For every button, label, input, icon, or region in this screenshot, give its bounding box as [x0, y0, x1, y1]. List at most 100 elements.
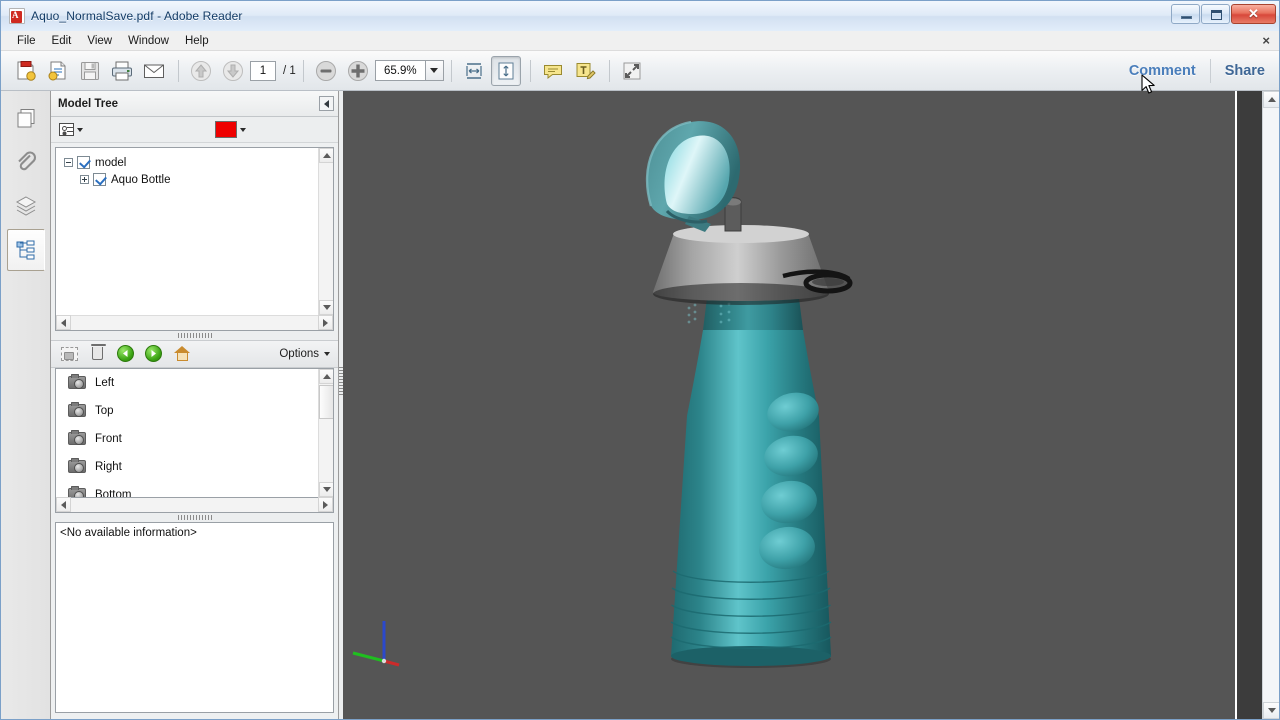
- views-vertical-scrollbar[interactable]: [318, 369, 333, 497]
- menu-window[interactable]: Window: [120, 33, 177, 49]
- add-text-comment-icon: [573, 59, 597, 83]
- menu-file[interactable]: File: [9, 33, 44, 49]
- document-vertical-scrollbar[interactable]: [1262, 91, 1279, 719]
- tree-view-options-button[interactable]: [59, 123, 83, 136]
- panel-splitter-bottom[interactable]: [51, 513, 338, 522]
- scroll-up-button[interactable]: [1263, 91, 1279, 108]
- tree-item-aquo-bottle[interactable]: Aquo Bottle: [64, 171, 333, 188]
- collapse-panel-button[interactable]: [319, 96, 334, 111]
- main-toolbar: 1 / 1 65.9%: [1, 51, 1279, 91]
- layers-icon: [13, 193, 39, 219]
- previous-page-button[interactable]: [186, 56, 216, 86]
- create-pdf-button[interactable]: [11, 56, 41, 86]
- scroll-left-button[interactable]: [56, 497, 71, 512]
- visibility-checkbox[interactable]: [77, 156, 90, 169]
- maximize-button[interactable]: [1201, 4, 1230, 24]
- chevron-right-icon: [323, 501, 328, 509]
- scroll-right-button[interactable]: [318, 497, 333, 512]
- next-view-button[interactable]: [143, 344, 163, 364]
- chevron-down-icon: [323, 487, 331, 492]
- tree-item-label: Aquo Bottle: [111, 174, 170, 186]
- fullscreen-button[interactable]: [617, 56, 647, 86]
- expand-node-icon[interactable]: [80, 175, 89, 184]
- arrow-right-glyph: [149, 349, 158, 358]
- add-text-comment-button[interactable]: [570, 56, 600, 86]
- scroll-down-button[interactable]: [319, 300, 334, 315]
- views-horizontal-scrollbar[interactable]: [55, 498, 334, 513]
- zoom-in-icon: [347, 60, 369, 82]
- comment-button[interactable]: Comment: [1115, 51, 1210, 91]
- menu-edit[interactable]: Edit: [44, 33, 80, 49]
- window-controls: ✕: [1171, 4, 1276, 24]
- zoom-in-button[interactable]: [343, 56, 373, 86]
- menu-help[interactable]: Help: [177, 33, 217, 49]
- next-page-button[interactable]: [218, 56, 248, 86]
- zoom-out-button[interactable]: [311, 56, 341, 86]
- panel-splitter-top[interactable]: [51, 331, 338, 340]
- views-list[interactable]: Left Top Front Right Bottom: [55, 368, 334, 498]
- view-item-right[interactable]: Right: [56, 453, 333, 481]
- model-tree-list[interactable]: model Aquo Bottle: [55, 147, 334, 331]
- zoom-out-icon: [315, 60, 337, 82]
- new-view-button[interactable]: [59, 344, 79, 364]
- tree-vertical-scrollbar[interactable]: [318, 148, 333, 330]
- email-button[interactable]: [139, 56, 169, 86]
- scroll-left-button[interactable]: [56, 315, 71, 330]
- fit-width-button[interactable]: [459, 56, 489, 86]
- document-viewport[interactable]: [343, 91, 1279, 719]
- zoom-level-input[interactable]: 65.9%: [375, 60, 425, 81]
- visibility-checkbox[interactable]: [93, 173, 106, 186]
- panel-title: Model Tree: [58, 98, 319, 110]
- view-item-top[interactable]: Top: [56, 397, 333, 425]
- rail-item-model-tree[interactable]: [7, 229, 45, 271]
- close-button[interactable]: ✕: [1231, 4, 1276, 24]
- rail-item-attachments[interactable]: [7, 141, 45, 183]
- toolbar-separator: [609, 60, 610, 82]
- chevron-down-icon: [324, 352, 330, 356]
- previous-view-button[interactable]: [115, 344, 135, 364]
- list-options-icon: [59, 123, 74, 136]
- render-color-button[interactable]: [215, 121, 246, 138]
- scroll-up-button[interactable]: [319, 369, 334, 384]
- camera-icon: [68, 432, 86, 445]
- view-item-left[interactable]: Left: [56, 369, 333, 397]
- toolbar-separator: [530, 60, 531, 82]
- chevron-down-icon: [240, 128, 246, 132]
- view-item-bottom[interactable]: Bottom: [56, 481, 333, 498]
- scrollbar-thumb[interactable]: [319, 385, 334, 419]
- scroll-right-button[interactable]: [318, 315, 333, 330]
- tree-item-model[interactable]: model: [64, 154, 333, 171]
- axis-x: [353, 653, 384, 661]
- pdf-page-canvas[interactable]: [343, 91, 1237, 719]
- scroll-down-button[interactable]: [1263, 702, 1279, 719]
- menu-view[interactable]: View: [79, 33, 120, 49]
- chevron-up-icon: [323, 153, 331, 158]
- add-comment-button[interactable]: [538, 56, 568, 86]
- page-number-input[interactable]: 1: [250, 61, 276, 81]
- zoom-dropdown-button[interactable]: [425, 60, 444, 81]
- rail-item-page-thumbnails[interactable]: [7, 97, 45, 139]
- fit-page-button[interactable]: [491, 56, 521, 86]
- scroll-down-button[interactable]: [319, 482, 334, 497]
- collapse-node-icon[interactable]: [64, 158, 73, 167]
- previous-view-icon: [117, 345, 134, 362]
- share-button[interactable]: Share: [1211, 51, 1279, 91]
- page-count-label: / 1: [283, 65, 296, 77]
- bottle-base: [671, 646, 831, 666]
- chevron-left-icon: [61, 319, 66, 327]
- print-button[interactable]: [107, 56, 137, 86]
- minimize-button[interactable]: [1171, 4, 1200, 24]
- aquo-bottle-3d-model[interactable]: [633, 116, 863, 676]
- views-options-button[interactable]: Options: [279, 348, 330, 360]
- tree-horizontal-scrollbar[interactable]: [56, 315, 333, 330]
- close-document-icon[interactable]: ×: [1262, 33, 1270, 48]
- delete-view-button[interactable]: [87, 344, 107, 364]
- trash-icon: [92, 347, 103, 360]
- export-pdf-button[interactable]: [43, 56, 73, 86]
- save-button[interactable]: [75, 56, 105, 86]
- new-view-icon: [61, 347, 78, 361]
- rail-item-layers[interactable]: [7, 185, 45, 227]
- view-item-front[interactable]: Front: [56, 425, 333, 453]
- home-view-button[interactable]: [171, 344, 193, 364]
- scroll-up-button[interactable]: [319, 148, 334, 163]
